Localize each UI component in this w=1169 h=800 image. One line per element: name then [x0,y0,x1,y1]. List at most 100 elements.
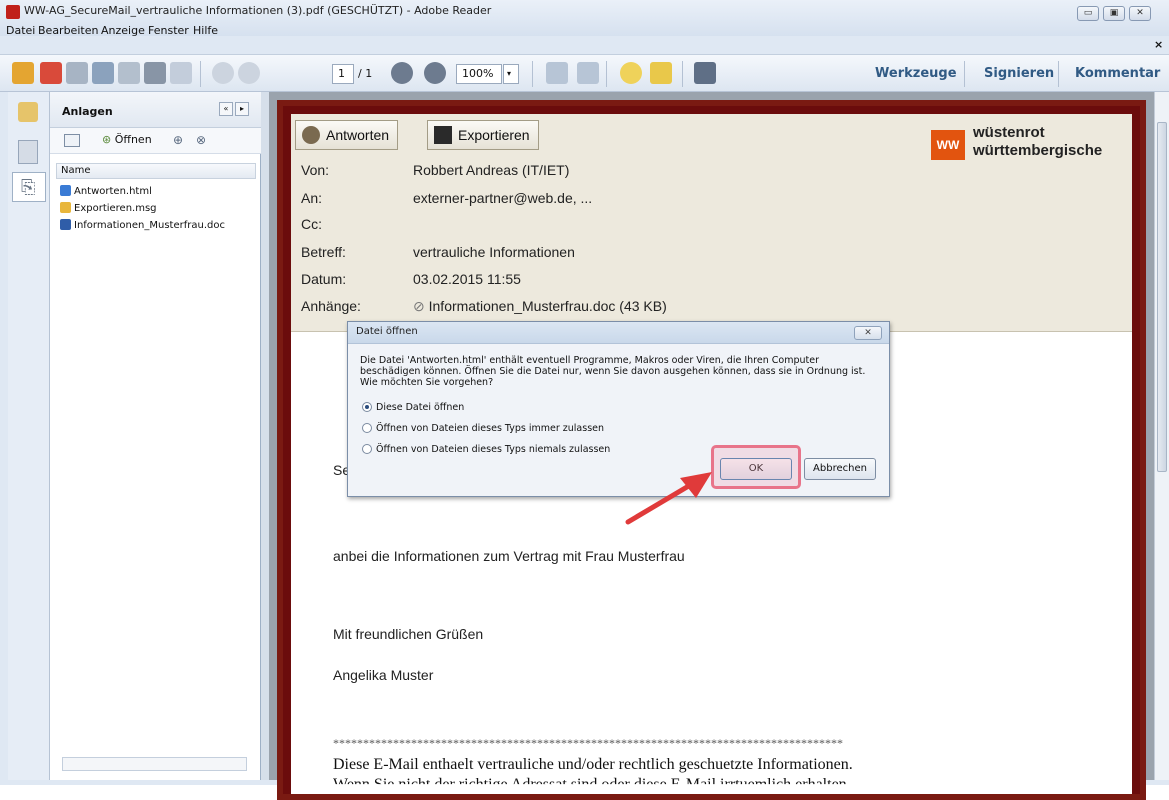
arrow-head [680,472,712,498]
cancel-button[interactable]: Abbrechen [804,458,876,480]
maximize-button[interactable]: ▣ [1103,6,1125,21]
pdf-icon [6,5,20,19]
open-label: Öffnen [114,133,152,146]
radio-icon [362,444,372,454]
email-icon[interactable] [170,62,192,84]
print-icon[interactable] [144,62,166,84]
window-title: WW-AG_SecureMail_vertrauliche Informatio… [24,4,492,17]
separator-stars: ****************************************… [333,736,843,750]
highlight-icon[interactable] [650,62,672,84]
menu-bearbeiten[interactable]: Bearbeiten [38,24,98,37]
fit-page-icon[interactable] [546,62,568,84]
body-closing: Mit freundlichen Grüßen [333,626,484,642]
vertical-scrollbar[interactable] [1154,92,1169,780]
mail-header: Antworten Exportieren WW wüstenrot württ… [291,114,1132,332]
page-up-icon[interactable] [212,62,234,84]
collapse-panel-icon[interactable]: « [219,102,233,116]
sign-link[interactable]: Signieren [984,66,1054,81]
panel-horizontal-scrollbar[interactable] [62,757,247,771]
close-window-button[interactable]: ✕ [1129,6,1151,21]
menu-anzeige[interactable]: Anzeige [101,24,145,37]
doc-file-icon [60,219,71,230]
logo-line1: wüstenrot [973,124,1045,141]
pages-icon[interactable] [18,140,38,164]
name-column-header[interactable]: Name [56,163,256,179]
open-attachment-button[interactable]: ⊛ Öffnen [102,133,152,146]
paperclip-icon: ⊘ [413,298,429,314]
menu-hilfe[interactable]: Hilfe [193,24,218,37]
msg-file-icon [60,202,71,213]
scrollbar-thumb[interactable] [1157,122,1167,472]
attachment-link[interactable]: ⊘ Informationen_Musterfrau.doc (43 KB) [413,298,667,315]
radio-never-allow[interactable]: Öffnen von Dateien dieses Typs niemals z… [362,444,610,455]
reply-icon [302,126,320,144]
dialog-title: Datei öffnen [356,326,418,337]
radio-label: Öffnen von Dateien dieses Typs immer zul… [376,423,605,434]
arrow-shaft [625,481,695,525]
cc-label: Cc: [301,216,322,232]
search-attachment-icon[interactable]: ⊗ [196,133,206,147]
dialog-close-button[interactable]: ✕ [854,326,882,340]
menu-bar: Datei Bearbeiten Anzeige Fenster Hilfe [0,22,1169,40]
lock-icon[interactable] [18,102,38,122]
edit-icon[interactable] [66,62,88,84]
panel-menu-icon[interactable]: ▸ [235,102,249,116]
page-number-input[interactable]: 1 [332,64,354,84]
dialog-title-bar: Datei öffnen ✕ [348,322,889,344]
navigation-rail: ⎘ [8,92,50,780]
file-antworten-html[interactable]: Antworten.html [60,184,152,200]
upload-icon[interactable] [92,62,114,84]
zoom-select[interactable]: 100% [456,64,502,84]
panel-toolbar: ⊛ Öffnen ⊕ ⊗ [50,128,261,154]
tools-link[interactable]: Werkzeuge [875,66,957,81]
to-label: An: [301,190,323,206]
logo-line2: württembergische [973,142,1103,159]
radio-icon [362,423,372,433]
panel-splitter[interactable] [261,92,269,780]
radio-open-file[interactable]: Diese Datei öffnen [362,402,464,413]
attachments-panel: Anlagen « ▸ ⊛ Öffnen ⊕ ⊗ Name Antworten.… [50,92,261,780]
file-name: Informationen_Musterfrau.doc [74,220,225,231]
comment-link[interactable]: Kommentar [1075,66,1160,81]
fullscreen-icon[interactable] [694,62,716,84]
body-signature: Angelika Muster [333,667,434,683]
export-label: Exportieren [458,127,530,143]
panel-title: Anlagen [62,105,113,118]
attachments-tab[interactable]: ⎘ [12,172,46,202]
paperclip-icon: ⎘ [21,177,36,198]
file-informationen-doc[interactable]: Informationen_Musterfrau.doc [60,218,225,234]
menu-datei[interactable]: Datei [6,24,35,37]
page-total: / 1 [358,67,373,80]
export-button[interactable]: Exportieren [427,120,539,150]
menu-fenster[interactable]: Fenster [148,24,189,37]
close-document-icon[interactable]: × [1154,38,1163,51]
minimize-button[interactable]: ▭ [1077,6,1099,21]
fit-width-icon[interactable] [577,62,599,84]
date-label: Datum: [301,271,347,287]
disclaimer-line2: Wenn Sie nicht der richtige Adressat sin… [333,776,847,793]
file-exportieren-msg[interactable]: Exportieren.msg [60,201,157,217]
toolbar: 1 / 1 100% ▾ Werkzeuge Signieren Komment… [0,54,1169,92]
reply-button[interactable]: Antworten [295,120,399,150]
radio-always-allow[interactable]: Öffnen von Dateien dieses Typs immer zul… [362,423,604,434]
reply-label: Antworten [326,127,390,143]
attachments-label: Anhänge: [301,298,361,314]
radio-label: Diese Datei öffnen [376,402,465,413]
options-icon[interactable] [64,134,80,147]
save-icon[interactable] [118,62,140,84]
adobe-reader-window: WW-AG_SecureMail_vertrauliche Informatio… [0,0,1169,800]
zoom-in-icon[interactable] [424,62,446,84]
page-down-icon[interactable] [238,62,260,84]
zoom-out-icon[interactable] [391,62,413,84]
panel-header: Anlagen « ▸ [50,92,261,128]
comment-icon[interactable] [620,62,642,84]
save-attachment-icon[interactable]: ⊕ [173,133,183,147]
subject-label: Betreff: [301,244,346,260]
combine-icon[interactable] [40,62,62,84]
html-file-icon [60,185,71,196]
open-icon: ⊛ [102,133,115,146]
floppy-icon [434,126,452,144]
zoom-dropdown-icon[interactable]: ▾ [503,64,519,84]
create-pdf-icon[interactable] [12,62,34,84]
subject-value: vertrauliche Informationen [413,244,575,260]
